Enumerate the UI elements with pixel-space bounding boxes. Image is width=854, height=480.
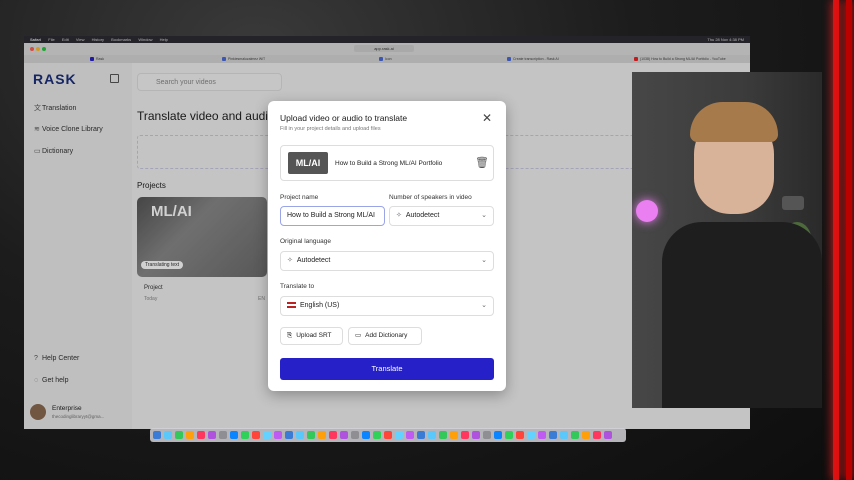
project-name-value: How to Build a Strong ML/AI: [287, 212, 375, 219]
dock-app-icon[interactable]: [219, 431, 227, 439]
dock-app-icon[interactable]: [197, 431, 205, 439]
dock-app-icon[interactable]: [494, 431, 502, 439]
sparkle-icon: ✧: [287, 257, 293, 264]
translate-button[interactable]: Translate: [280, 358, 494, 380]
upload-srt-button[interactable]: ⎘ Upload SRT: [280, 327, 343, 345]
neon-light-right: [846, 0, 852, 480]
dock-app-icon[interactable]: [373, 431, 381, 439]
project-name-label: Project name: [280, 194, 319, 201]
dock-app-icon[interactable]: [571, 431, 579, 439]
dock-app-icon[interactable]: [450, 431, 458, 439]
book-icon: ▭: [355, 332, 362, 339]
dock-app-icon[interactable]: [318, 431, 326, 439]
dock-app-icon[interactable]: [230, 431, 238, 439]
file-thumbnail: ML/AI: [288, 152, 328, 174]
presenter-body: [662, 222, 822, 408]
original-language-value: Autodetect: [296, 257, 331, 264]
dock-app-icon[interactable]: [516, 431, 524, 439]
chevron-down-icon: ⌄: [481, 302, 487, 309]
dock-app-icon[interactable]: [307, 431, 315, 439]
translate-to-value: English (US): [300, 302, 340, 309]
dock-app-icon[interactable]: [527, 431, 535, 439]
trash-icon[interactable]: 🗑: [475, 156, 489, 169]
dock-app-icon[interactable]: [549, 431, 557, 439]
youtube-plaque: [782, 196, 804, 210]
dock-app-icon[interactable]: [406, 431, 414, 439]
chevron-down-icon: ⌄: [481, 212, 487, 219]
dock-app-icon[interactable]: [428, 431, 436, 439]
chevron-down-icon: ⌄: [481, 257, 487, 264]
speakers-value: Autodetect: [405, 212, 440, 219]
translate-to-label: Translate to: [280, 283, 315, 290]
dock-app-icon[interactable]: [153, 431, 161, 439]
dock-app-icon[interactable]: [395, 431, 403, 439]
dock-app-icon[interactable]: [538, 431, 546, 439]
dock-app-icon[interactable]: [164, 431, 172, 439]
dock-app-icon[interactable]: [175, 431, 183, 439]
dock-app-icon[interactable]: [274, 431, 282, 439]
dock-app-icon[interactable]: [384, 431, 392, 439]
upload-file-icon: ⎘: [287, 332, 293, 339]
dock-app-icon[interactable]: [461, 431, 469, 439]
dock-app-icon[interactable]: [604, 431, 612, 439]
modal-title: Upload video or audio to translate: [280, 113, 408, 123]
project-name-input[interactable]: How to Build a Strong ML/AI: [280, 206, 385, 226]
dock-app-icon[interactable]: [439, 431, 447, 439]
sparkle-icon: ✧: [396, 212, 402, 219]
speakers-select[interactable]: ✧ Autodetect ⌄: [389, 206, 494, 226]
dock-app-icon[interactable]: [329, 431, 337, 439]
uploaded-file-card: ML/AI How to Build a Strong ML/AI Portfo…: [280, 145, 494, 181]
upload-modal: Upload video or audio to translate Fill …: [268, 101, 506, 391]
dock-app-icon[interactable]: [208, 431, 216, 439]
dock-app-icon[interactable]: [241, 431, 249, 439]
webcam-overlay: [632, 72, 822, 408]
presenter-hair: [690, 102, 778, 142]
add-dictionary-button[interactable]: ▭ Add Dictionary: [348, 327, 422, 345]
original-language-label: Original language: [280, 238, 331, 245]
dock-app-icon[interactable]: [263, 431, 271, 439]
dock-app-icon[interactable]: [593, 431, 601, 439]
add-dictionary-label: Add Dictionary: [365, 332, 408, 339]
close-icon[interactable]: ✕: [482, 111, 492, 125]
dock-app-icon[interactable]: [285, 431, 293, 439]
speakers-label: Number of speakers in video: [389, 194, 472, 201]
dock-app-icon[interactable]: [472, 431, 480, 439]
dock-app-icon[interactable]: [296, 431, 304, 439]
macos-dock: [150, 428, 626, 442]
original-language-select[interactable]: ✧ Autodetect ⌄: [280, 251, 494, 271]
dock-app-icon[interactable]: [340, 431, 348, 439]
dock-app-icon[interactable]: [417, 431, 425, 439]
modal-subtitle: Fill in your project details and upload …: [280, 126, 381, 132]
dock-app-icon[interactable]: [252, 431, 260, 439]
upload-srt-label: Upload SRT: [296, 332, 332, 339]
pink-lamp: [636, 200, 658, 222]
us-flag-icon: [287, 302, 296, 309]
dock-app-icon[interactable]: [505, 431, 513, 439]
dock-app-icon[interactable]: [560, 431, 568, 439]
translate-to-select[interactable]: English (US) ⌄: [280, 296, 494, 316]
dock-app-icon[interactable]: [582, 431, 590, 439]
dock-app-icon[interactable]: [186, 431, 194, 439]
dock-app-icon[interactable]: [362, 431, 370, 439]
dock-app-icon[interactable]: [351, 431, 359, 439]
neon-light-left: [833, 0, 839, 480]
file-name: How to Build a Strong ML/AI Portfolio: [335, 160, 443, 167]
dock-app-icon[interactable]: [483, 431, 491, 439]
